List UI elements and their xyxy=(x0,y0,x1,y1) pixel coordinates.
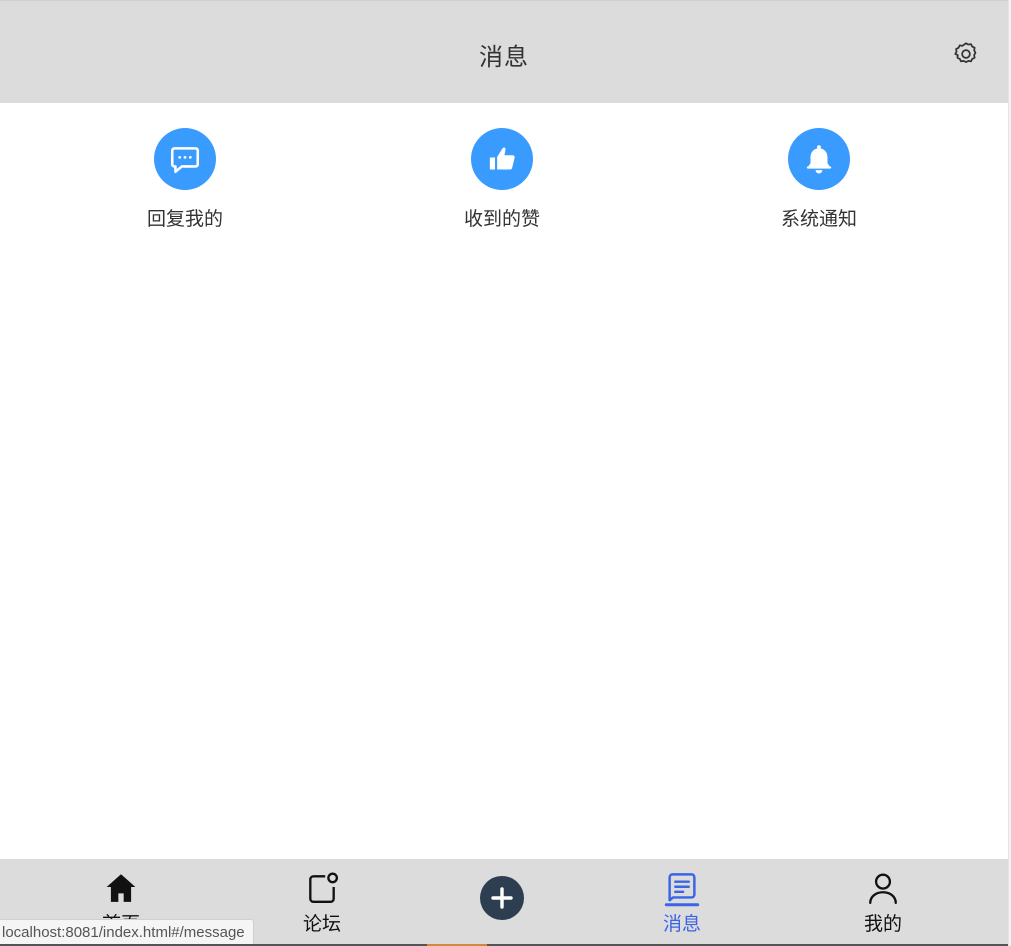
page-title: 消息 xyxy=(479,43,529,71)
quick-action-likes[interactable]: 收到的赞 xyxy=(422,128,582,231)
quick-action-notifications[interactable]: 系统通知 xyxy=(739,128,899,231)
likes-icon-circle xyxy=(471,128,533,190)
plus-icon xyxy=(491,887,513,909)
quick-action-label: 系统通知 xyxy=(780,208,857,230)
forum-icon xyxy=(309,872,339,903)
message-icon-wrap xyxy=(622,871,742,907)
quick-actions-row: 回复我的 收到的赞 系统通知 xyxy=(0,128,1008,238)
settings-button[interactable] xyxy=(952,40,980,68)
quick-action-label: 回复我的 xyxy=(146,208,223,230)
quick-action-label: 收到的赞 xyxy=(463,208,540,230)
tab-messages[interactable]: 消息 xyxy=(622,859,742,946)
bell-icon xyxy=(806,145,832,174)
tab-label: 消息 xyxy=(662,913,701,935)
tab-label: 我的 xyxy=(863,913,902,935)
tab-forum[interactable]: 论坛 xyxy=(262,859,382,946)
quick-action-replies[interactable]: 回复我的 xyxy=(105,128,265,231)
gear-icon xyxy=(954,42,977,64)
home-icon-wrap xyxy=(61,871,181,907)
replies-icon-circle xyxy=(154,128,216,190)
add-post-button[interactable] xyxy=(480,876,524,920)
forum-icon-wrap xyxy=(262,871,382,907)
tab-label: 论坛 xyxy=(302,913,341,935)
thumbs-up-icon xyxy=(488,145,517,172)
notifications-icon-circle xyxy=(788,128,850,190)
message-icon xyxy=(664,873,700,907)
browser-status-url: localhost:8081/index.html#/message xyxy=(0,919,254,946)
user-icon-wrap xyxy=(823,871,943,907)
chat-bubble-icon xyxy=(170,147,200,174)
header-bar: 消息 xyxy=(0,1,1008,103)
user-icon xyxy=(869,873,897,905)
home-icon xyxy=(106,874,136,902)
tab-profile[interactable]: 我的 xyxy=(823,859,943,946)
app-root: 消息 回复我的 收到的赞 系统通知 论坛 消息 我的 localhost:808… xyxy=(0,0,1008,946)
